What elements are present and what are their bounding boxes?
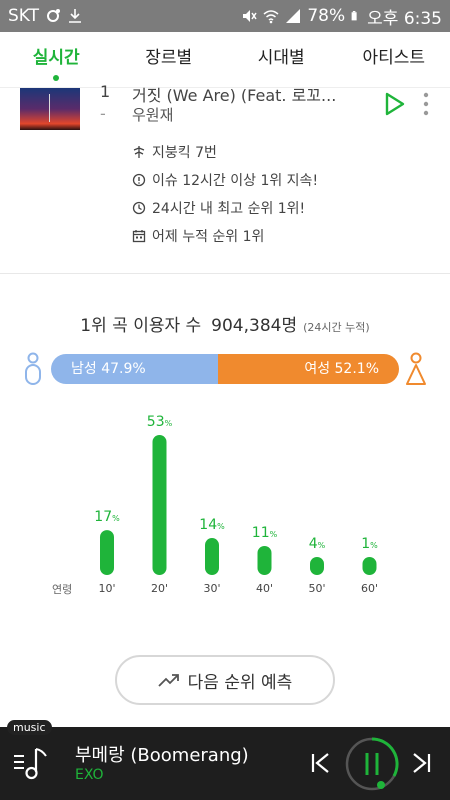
carrier-label: SKT (8, 6, 40, 26)
signal-icon (286, 9, 301, 23)
age-bar-value-4: 4% (309, 536, 326, 552)
crown-icon (133, 146, 145, 158)
age-bar-value-0: 17% (94, 509, 120, 525)
age-bar-2 (205, 538, 219, 575)
battery-icon (351, 11, 357, 21)
age-bar-1 (152, 435, 167, 575)
active-tab-indicator (53, 75, 60, 81)
info-text: 어제 누적 순위 1위 (152, 229, 265, 245)
chart-tabs: 실시간 장르별 시대별 아티스트 (0, 32, 450, 88)
age-bar-value-2: 14% (199, 517, 225, 533)
now-playing-title[interactable]: 부메랑 (Boomerang) (75, 741, 249, 767)
previous-track-icon[interactable] (310, 751, 332, 775)
age-tick-label-0: 10' (98, 582, 115, 595)
info-row: 어제 누적 순위 1위 (132, 222, 318, 250)
age-tick-label-2: 30' (203, 582, 220, 595)
age-tick-label-5: 60' (361, 582, 378, 595)
age-bar-4 (310, 557, 324, 575)
mute-icon (243, 10, 257, 22)
age-bar-3 (257, 545, 272, 575)
next-rank-predict-button[interactable]: 다음 순위 예측 (115, 655, 335, 705)
info-row: 지붕킥 7번 (132, 138, 318, 166)
info-text: 지붕킥 7번 (152, 145, 217, 161)
tab-era[interactable]: 시대별 (225, 32, 338, 87)
download-icon (69, 9, 82, 23)
battery-percent: 78% (307, 6, 346, 26)
rank-number: 1 (100, 82, 111, 101)
age-distribution-chart: 17% 10' 53% 20' 14% 30' 11% 40' 4% 50' 1% 60' (94, 414, 378, 595)
album-art[interactable] (20, 88, 80, 130)
clock-icon (132, 201, 146, 215)
clock-time: 오후 6:35 (367, 8, 442, 29)
music-tag-badge: music (7, 720, 52, 735)
tab-label: 실시간 (32, 48, 80, 68)
predict-button-label: 다음 순위 예측 (187, 672, 293, 693)
trend-up-icon (158, 674, 179, 687)
tab-label: 장르별 (145, 48, 193, 68)
status-bar: SKT 78% 오후 6:35 (0, 0, 450, 32)
tab-label: 아티스트 (362, 48, 426, 68)
playlist-icon[interactable] (12, 745, 50, 781)
calendar-icon (132, 230, 146, 243)
info-text: 24시간 내 최고 순위 1위! (152, 201, 306, 217)
wifi-icon (263, 10, 279, 24)
next-track-icon[interactable] (410, 751, 432, 775)
rank-change: - (100, 104, 106, 123)
info-row: 이슈 12시간 이상 1위 지속! (132, 166, 318, 194)
tab-artist[interactable]: 아티스트 (338, 32, 450, 87)
tab-genre[interactable]: 장르별 (113, 32, 226, 87)
tab-label: 시대별 (257, 48, 305, 68)
mini-player[interactable]: 부메랑 (Boomerang) EXO (0, 727, 450, 800)
age-bar-value-1: 53% (147, 414, 173, 430)
listener-stats: 1위 곡 이용자 수 904,384명 (24시간 누적) 남성 47.9% 여성 … (0, 275, 450, 631)
age-tick-label-4: 50' (308, 582, 325, 595)
rank-info-list: 지붕킥 7번 이슈 12시간 이상 1위 지속! 24시간 내 최고 순위 1위… (132, 138, 318, 250)
sync-icon (47, 9, 61, 22)
pause-icon[interactable] (344, 736, 400, 792)
now-playing-artist[interactable]: EXO (75, 767, 104, 783)
age-tick-label-3: 40' (256, 582, 273, 595)
age-bar-0 (100, 530, 114, 575)
age-bar-value-3: 11% (252, 525, 278, 541)
info-text: 이슈 12시간 이상 1위 지속! (152, 173, 319, 189)
play-icon[interactable] (384, 92, 406, 116)
age-bar-5 (362, 557, 377, 575)
info-row: 24시간 내 최고 순위 1위! (132, 194, 318, 222)
song-artist[interactable]: 우원재 (132, 104, 173, 125)
song-card[interactable]: 1 - 거짓 (We Are) (Feat. 로꼬... 우원재 지붕킥 7번 … (0, 82, 450, 274)
clock-alert-icon (132, 173, 146, 187)
tab-realtime[interactable]: 실시간 (0, 32, 113, 87)
age-bar-value-5: 1% (361, 536, 378, 552)
more-options-icon[interactable] (420, 90, 432, 118)
song-title[interactable]: 거짓 (We Are) (Feat. 로꼬... (132, 82, 362, 106)
age-tick-label-1: 20' (151, 582, 168, 595)
